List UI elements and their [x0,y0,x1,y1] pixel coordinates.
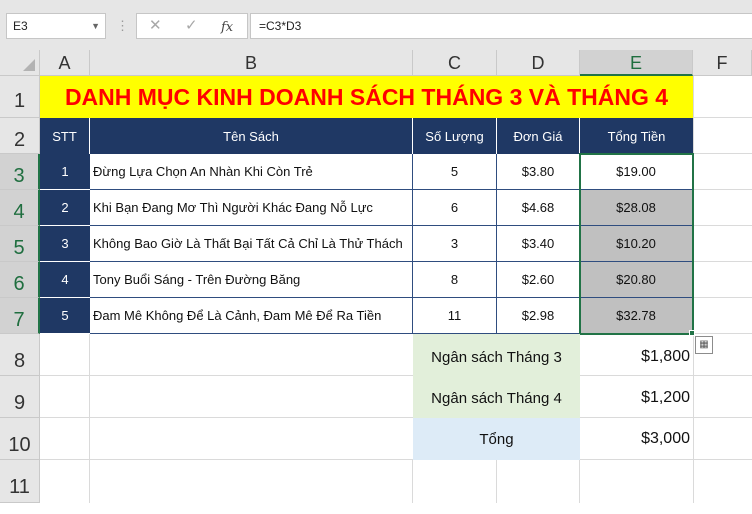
sheet-title[interactable]: DANH MỤC KINH DOANH SÁCH THÁNG 3 VÀ THÁN… [40,76,693,118]
column-header-b[interactable]: B [90,50,413,76]
budget-label-march[interactable]: Ngân sách Tháng 3 [413,334,580,376]
budget-value-april[interactable]: $1,200 [580,376,693,418]
row-header-3[interactable]: 3 [0,154,40,190]
header-stt[interactable]: STT [40,118,90,154]
row-header-10[interactable]: 10 [0,418,40,460]
table-row-unit-price[interactable]: $3.40 [497,226,580,262]
column-header-f[interactable]: F [693,50,752,76]
table-row-stt[interactable]: 2 [40,190,90,226]
table-row-unit-price[interactable]: $3.80 [497,154,580,190]
cancel-icon[interactable]: ✕ [149,16,162,36]
name-box-value: E3 [13,19,28,33]
row-header-11[interactable]: 11 [0,460,40,503]
row-header-2[interactable]: 2 [0,118,40,154]
formula-bar-grip-icon[interactable]: ⋮ [116,18,129,34]
table-row-quantity[interactable]: 11 [413,298,497,334]
table-row-total[interactable]: $20.80 [580,262,693,298]
budget-label-total[interactable]: Tổng [413,418,580,460]
table-row-unit-price[interactable]: $2.98 [497,298,580,334]
table-row-stt[interactable]: 5 [40,298,90,334]
column-header-c[interactable]: C [413,50,497,76]
select-all-button[interactable] [0,50,40,76]
table-row-quantity[interactable]: 8 [413,262,497,298]
table-row-quantity[interactable]: 6 [413,190,497,226]
row-header-4[interactable]: 4 [0,190,40,226]
table-row-book-name[interactable]: Đam Mê Không Để Là Cảnh, Đam Mê Để Ra Ti… [90,298,413,334]
header-unit-price[interactable]: Đơn Giá [497,118,580,154]
column-header-a[interactable]: A [40,50,90,76]
row-header-9[interactable]: 9 [0,376,40,418]
column-header-e[interactable]: E [580,50,693,76]
header-quantity[interactable]: Số Lượng [413,118,497,154]
table-row-total[interactable]: $19.00 [580,154,693,190]
quick-analysis-icon[interactable]: ▦ [695,336,713,354]
row-header-6[interactable]: 6 [0,262,40,298]
header-total[interactable]: Tổng Tiền [580,118,693,154]
table-row-total[interactable]: $32.78 [580,298,693,334]
header-book-name[interactable]: Tên Sách [90,118,413,154]
budget-value-march[interactable]: $1,800 [580,334,693,376]
insert-function-icon[interactable]: fx [221,18,233,38]
table-row-total[interactable]: $10.20 [580,226,693,262]
row-header-5[interactable]: 5 [0,226,40,262]
table-row-quantity[interactable]: 3 [413,226,497,262]
worksheet: A B C D E F 1 2 3 4 5 6 7 8 9 10 11 DANH… [0,50,752,503]
table-row-book-name[interactable]: Không Bao Giờ Là Thất Bại Tất Cả Chỉ Là … [90,226,413,262]
table-row-book-name[interactable]: Đừng Lựa Chọn An Nhàn Khi Còn Trẻ [90,154,413,190]
column-header-d[interactable]: D [497,50,580,76]
name-box[interactable]: E3 ▼ [6,13,106,39]
budget-value-total[interactable]: $3,000 [580,418,693,460]
enter-icon[interactable]: ✓ [185,16,198,36]
table-row-book-name[interactable]: Khi Bạn Đang Mơ Thì Người Khác Đang Nỗ L… [90,190,413,226]
table-row-stt[interactable]: 1 [40,154,90,190]
table-row-stt[interactable]: 3 [40,226,90,262]
formula-input[interactable]: =C3*D3 [250,13,752,39]
row-header-8[interactable]: 8 [0,334,40,376]
formula-bar: E3 ▼ ⋮ ✕ ✓ fx =C3*D3 [0,0,752,50]
formula-controls: ✕ ✓ fx [136,13,248,39]
chevron-down-icon[interactable]: ▼ [91,14,100,38]
table-row-quantity[interactable]: 5 [413,154,497,190]
table-row-book-name[interactable]: Tony Buổi Sáng - Trên Đường Băng [90,262,413,298]
table-row-stt[interactable]: 4 [40,262,90,298]
table-row-unit-price[interactable]: $4.68 [497,190,580,226]
budget-label-april[interactable]: Ngân sách Tháng 4 [413,376,580,418]
table-row-unit-price[interactable]: $2.60 [497,262,580,298]
table-row-total[interactable]: $28.08 [580,190,693,226]
row-header-7[interactable]: 7 [0,298,40,334]
row-header-1[interactable]: 1 [0,76,40,118]
